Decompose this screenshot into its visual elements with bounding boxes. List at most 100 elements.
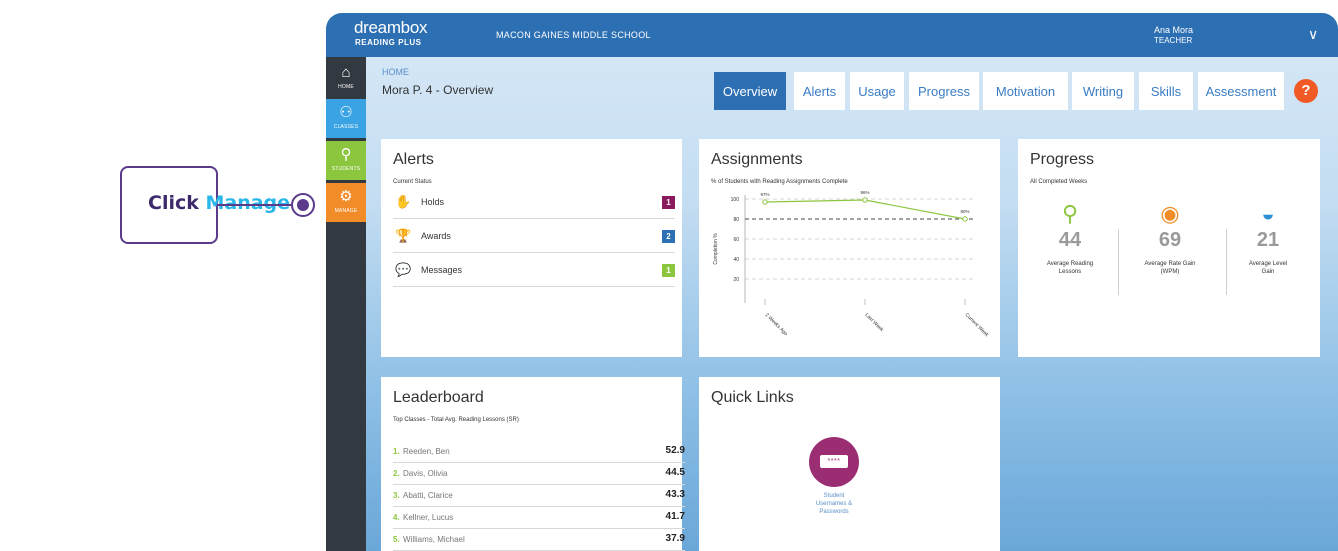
trophy-icon: 🏆	[395, 228, 412, 243]
data-label: 96%	[860, 190, 869, 195]
reader-icon: ⚲	[1061, 201, 1079, 226]
progress-label: Average Level Gain	[1220, 260, 1316, 276]
leaderboard-rank: 1.	[393, 447, 400, 456]
alert-row-messages[interactable]: 💬 Messages 1	[393, 257, 675, 287]
y-tick-label: 80	[733, 217, 739, 223]
progress-value: 69	[1158, 229, 1182, 251]
gear-icon: ⚙	[339, 188, 353, 205]
tab-overview[interactable]: Overview	[714, 72, 786, 110]
progress-value: 21	[1256, 229, 1280, 251]
data-point	[862, 197, 868, 203]
breadcrumb[interactable]: HOME	[382, 67, 409, 77]
alerts-title: Alerts	[393, 151, 434, 168]
sidebar-item-label: MANAGE	[334, 208, 358, 214]
data-label: 80%	[960, 209, 969, 214]
alert-row-holds[interactable]: ✋ Holds 1	[393, 189, 675, 219]
progress-value: 44	[1058, 229, 1082, 251]
x-tick-label: Current Week	[964, 312, 990, 338]
alert-count-badge: 1	[662, 196, 675, 209]
callout-target-dot	[291, 193, 315, 217]
password-link-label[interactable]: Student Usernames & Passwords	[794, 492, 874, 516]
leaderboard-rank: 2.	[393, 469, 400, 478]
y-tick-label: 40	[733, 257, 739, 263]
assignments-card: Assignments % of Students with Reading A…	[699, 139, 1000, 357]
progress-title: Progress	[1030, 151, 1095, 168]
leaderboard-value: 43.3	[665, 489, 685, 500]
progress-card: Progress All Completed Weeks ⚲ 44 Averag…	[1018, 139, 1320, 357]
leaderboard-row[interactable]: 2. Davis, Olivia 44.5	[393, 463, 685, 485]
alert-label: Holds	[421, 197, 445, 207]
alert-row-awards[interactable]: 🏆 Awards 2	[393, 223, 675, 253]
sidebar-item-label: CLASSES	[333, 124, 359, 130]
progress-label: Average Rate Gain (WPM)	[1122, 260, 1218, 276]
sidebar: ⌂ HOME ⚇ CLASSES ⚲ STUDENTS ⚙ MANAGE	[326, 57, 366, 551]
leaderboard-rank: 3.	[393, 491, 400, 500]
progress-stat-rate-gain: ◉ 69 Average Rate Gain (WPM)	[1122, 201, 1218, 276]
tab-alerts[interactable]: Alerts	[794, 72, 845, 110]
tab-motivation[interactable]: Motivation	[983, 72, 1068, 110]
home-icon: ⌂	[341, 64, 351, 81]
link-line3: Passwords	[819, 509, 849, 515]
leaderboard-rank: 4.	[393, 513, 400, 522]
leaderboard-row[interactable]: 5. Williams, Michael 37.9	[393, 529, 685, 551]
progress-label-line2: Gain	[1261, 269, 1275, 275]
head-icon: ◒	[1261, 201, 1275, 226]
leaderboard-row[interactable]: 3. Abatti, Clarice 43.3	[393, 485, 685, 507]
quick-links-title: Quick Links	[711, 389, 794, 406]
sidebar-item-manage[interactable]: ⚙ MANAGE	[326, 183, 366, 222]
sidebar-item-classes[interactable]: ⚇ CLASSES	[326, 99, 366, 138]
logo-dreambox: dreambox	[354, 18, 428, 37]
user-name[interactable]: Ana Mora	[1154, 25, 1193, 35]
leaderboard-rank: 5.	[393, 535, 400, 544]
leaderboard-value: 52.9	[665, 445, 685, 456]
alert-label: Messages	[421, 265, 463, 275]
assignments-title: Assignments	[711, 151, 803, 168]
chevron-down-icon[interactable]: ∨	[1308, 26, 1318, 43]
logo-reading-plus: READING PLUS	[355, 38, 422, 47]
eye-icon: ◉	[1160, 201, 1180, 226]
progress-stat-reading-lessons: ⚲ 44 Average Reading Lessons	[1022, 201, 1118, 276]
leaderboard-row[interactable]: 1. Reeden, Ben 52.9	[393, 441, 685, 463]
tab-writing[interactable]: Writing	[1072, 72, 1134, 110]
progress-label: Average Reading Lessons	[1022, 260, 1118, 276]
tab-progress[interactable]: Progress	[909, 72, 979, 110]
assignments-line-chart: Completion % 20 40 60 80 100 2 Weeks Ago Last W…	[713, 190, 990, 339]
leaderboard-value: 41.7	[665, 511, 685, 522]
y-tick-label: 60	[733, 237, 739, 243]
classes-icon: ⚇	[339, 104, 353, 121]
password-icon: ****	[820, 455, 848, 468]
x-tick-label: 2 Weeks Ago	[764, 312, 789, 337]
leaderboard-name: Kellner, Lucus	[403, 513, 454, 522]
leaderboard-name: Reeden, Ben	[403, 447, 450, 456]
leaderboard-subtitle: Top Classes - Total Avg. Reading Lessons…	[393, 417, 519, 423]
leaderboard-card: Leaderboard Top Classes - Total Avg. Rea…	[381, 377, 685, 551]
sidebar-item-label: STUDENTS	[331, 166, 361, 172]
tab-assessment[interactable]: Assessment	[1198, 72, 1284, 110]
callout-highlight: Manage	[205, 192, 291, 214]
progress-stat-level-gain: ◒ 21 Average Level Gain	[1220, 201, 1316, 276]
password-link-button[interactable]: ****	[809, 437, 859, 487]
alerts-card: Alerts Current Status ✋ Holds 1 🏆 Awards…	[381, 139, 682, 357]
alert-label: Awards	[421, 231, 451, 241]
sidebar-item-students[interactable]: ⚲ STUDENTS	[326, 141, 366, 180]
sidebar-item-label: HOME	[338, 84, 354, 90]
y-axis-label: Completion %	[713, 233, 719, 265]
series-line	[764, 199, 966, 220]
progress-label-line1: Average Level	[1248, 261, 1288, 267]
tab-usage[interactable]: Usage	[850, 72, 904, 110]
app-window: dreambox READING PLUS MACON GAINES MIDDL…	[326, 13, 1338, 551]
callout-prefix: Click	[148, 192, 206, 214]
y-tick-label: 100	[731, 197, 740, 203]
progress-label-line1: Average Reading	[1046, 261, 1094, 267]
data-label: 97%	[760, 192, 769, 197]
help-icon[interactable]: ?	[1294, 79, 1318, 103]
hand-icon: ✋	[395, 194, 412, 209]
tab-skills[interactable]: Skills	[1139, 72, 1193, 110]
leaderboard-name: Abatti, Clarice	[403, 491, 453, 500]
alert-count-badge: 1	[662, 264, 675, 277]
leaderboard-name: Davis, Olivia	[403, 469, 448, 478]
leaderboard-value: 37.9	[665, 533, 685, 544]
sidebar-item-home[interactable]: ⌂ HOME	[326, 59, 366, 98]
callout-text: Click Manage	[148, 192, 290, 214]
leaderboard-row[interactable]: 4. Kellner, Lucus 41.7	[393, 507, 685, 529]
